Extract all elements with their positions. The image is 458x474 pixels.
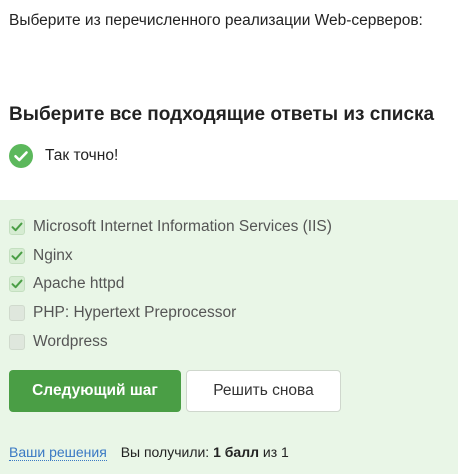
quiz-step: Выберите из перечисленного реализации We… [0,0,458,474]
retry-button[interactable]: Решить снова [186,370,341,412]
checkbox-checked[interactable] [9,276,25,292]
feedback-message: Так точно! [9,144,118,168]
checkbox-unchecked[interactable] [9,334,25,350]
your-solutions-link[interactable]: Ваши решения [9,444,107,461]
checkbox-unchecked[interactable] [9,305,25,321]
score-prefix: Вы получили: [120,444,210,460]
option-wordpress[interactable]: Wordpress [9,331,108,353]
score-suffix: из 1 [262,444,289,460]
option-php[interactable]: PHP: Hypertext Preprocessor [9,302,236,324]
option-label: Wordpress [33,333,108,350]
option-label: PHP: Hypertext Preprocessor [33,304,237,321]
check-circle-icon [9,144,33,168]
question-text: Выберите из перечисленного реализации We… [9,12,423,29]
checkbox-checked[interactable] [9,219,25,235]
footer: Ваши решения Вы получили: 1 балл из 1 [9,444,289,461]
option-nginx[interactable]: Nginx [9,245,73,267]
next-step-button[interactable]: Следующий шаг [9,370,181,412]
option-label: Microsoft Internet Information Services … [33,218,332,235]
option-label: Apache httpd [33,275,125,292]
checkbox-checked[interactable] [9,248,25,264]
section-title: Выберите все подходящие ответы из списка [9,104,435,125]
feedback-text: Так точно! [45,147,119,164]
option-iis[interactable]: Microsoft Internet Information Services … [9,216,332,238]
option-apache[interactable]: Apache httpd [9,273,124,295]
option-label: Nginx [33,247,73,264]
score-value: 1 балл [213,444,259,460]
